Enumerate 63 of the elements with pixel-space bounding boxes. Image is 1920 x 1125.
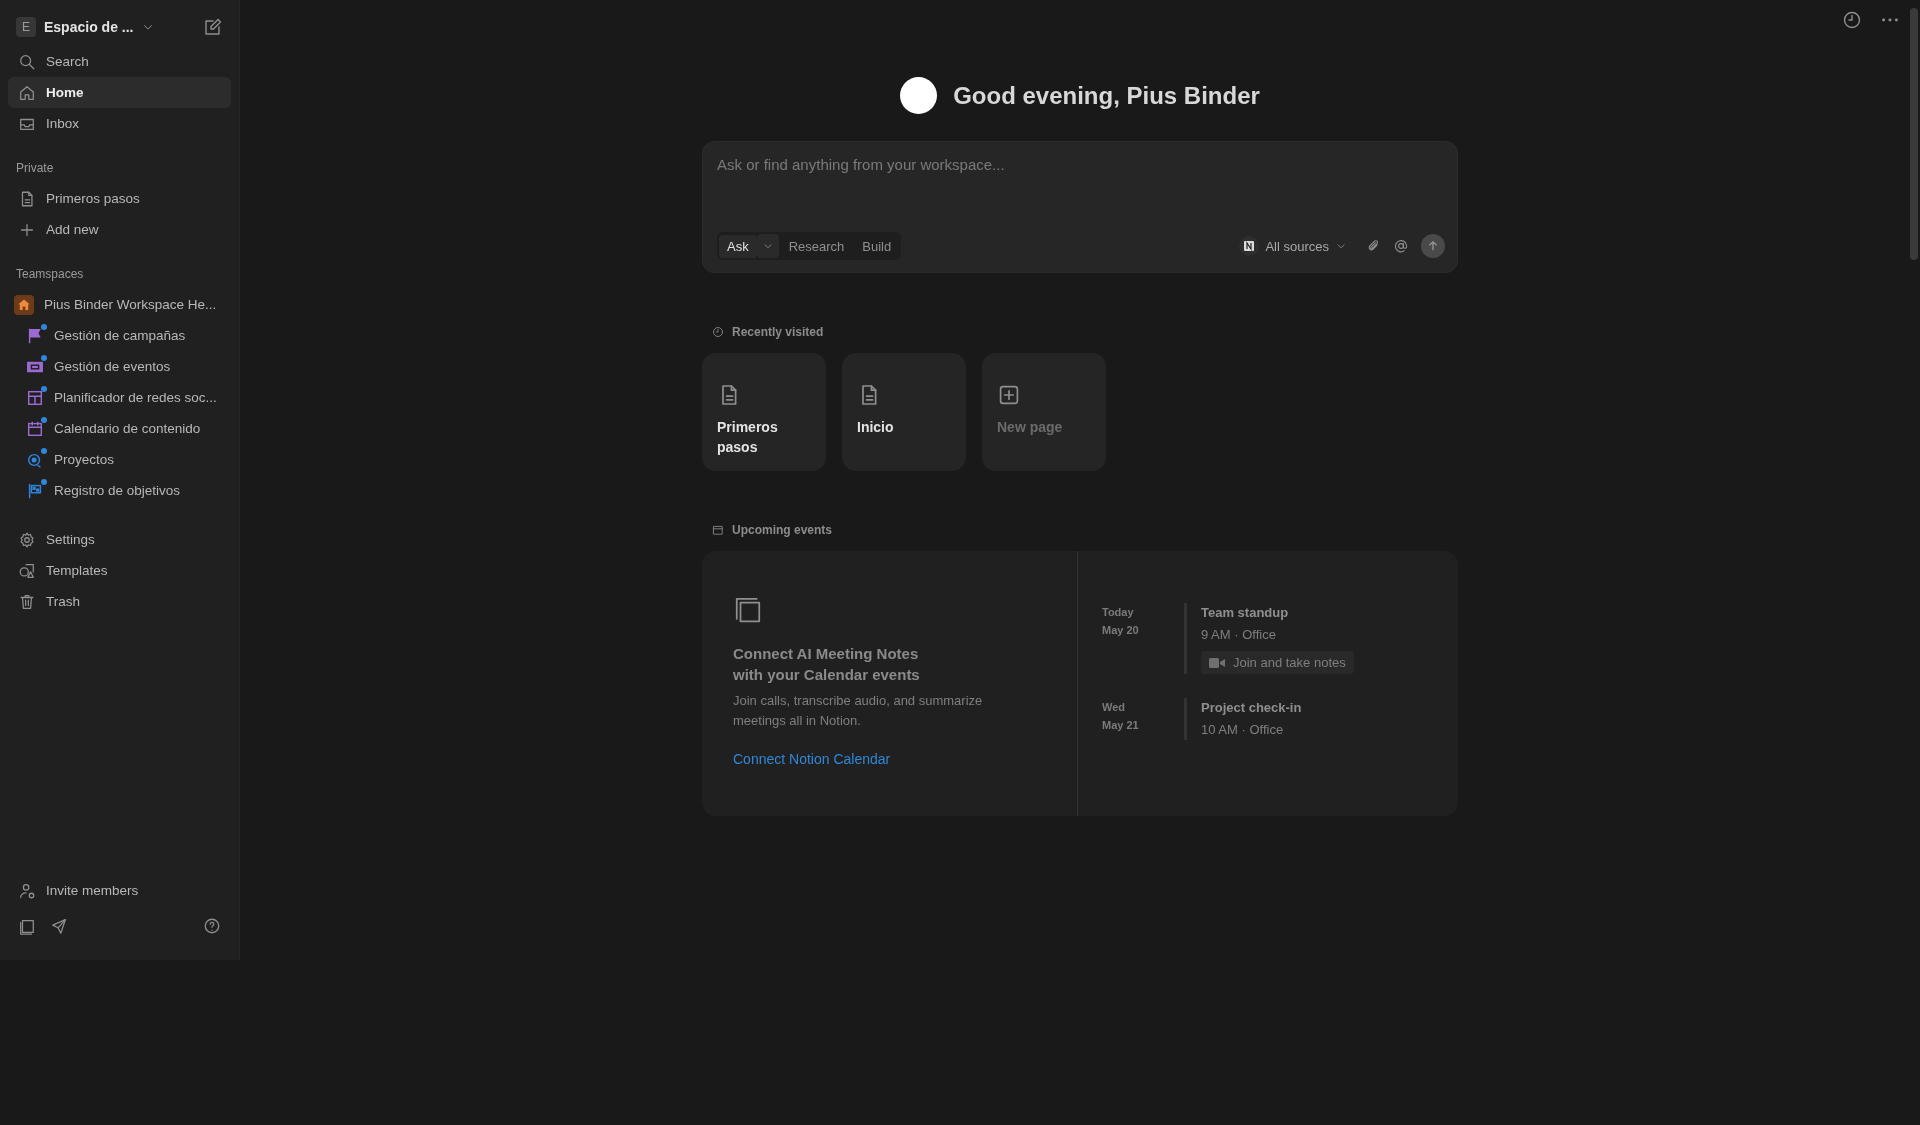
sidebar-item[interactable]: Trash bbox=[8, 586, 231, 617]
workspace-avatar[interactable]: E bbox=[16, 17, 36, 37]
greeting: Good evening, Pius Binder bbox=[953, 81, 1260, 110]
scrollbar[interactable] bbox=[1910, 8, 1918, 260]
plus-square-icon bbox=[997, 383, 1021, 407]
sidebar-item[interactable]: Inbox bbox=[8, 108, 231, 139]
event-date: May 21 bbox=[1102, 718, 1140, 733]
settings-icon bbox=[18, 530, 36, 549]
clock-icon bbox=[712, 326, 724, 338]
mode-tab[interactable]: Build bbox=[854, 234, 900, 258]
event-date: May 20 bbox=[1102, 623, 1140, 638]
home-icon bbox=[18, 83, 36, 102]
sidebar-item[interactable]: Calendario de contenido bbox=[8, 413, 231, 444]
paper-plane-icon bbox=[50, 917, 68, 935]
at-sign-icon bbox=[1393, 238, 1409, 254]
send-button[interactable] bbox=[1421, 234, 1445, 258]
page-card[interactable]: Inicio bbox=[842, 353, 966, 471]
ask-field[interactable]: Ask or find anything from your workspace... Ask Research Build All sources bbox=[702, 141, 1458, 273]
compose-icon bbox=[203, 17, 223, 37]
event-day: Today bbox=[1102, 603, 1184, 621]
sidebar-item[interactable]: Gestión de eventos bbox=[8, 351, 231, 382]
more-icon[interactable] bbox=[1882, 18, 1898, 22]
event-time: 10 AM · Office bbox=[1201, 721, 1285, 739]
shapes-icon bbox=[18, 561, 36, 580]
invite-members-button[interactable]: Invite members bbox=[8, 875, 231, 906]
teamspace-item[interactable]: Pius Binder Workspace He... bbox=[8, 289, 231, 320]
sidebar-item[interactable]: Planificador de redes soc... bbox=[8, 382, 231, 413]
sidebar-item[interactable]: Proyectos bbox=[8, 444, 231, 475]
search-icon bbox=[18, 52, 36, 71]
sources-dropdown[interactable]: All sources bbox=[1233, 235, 1353, 257]
sidebar-item[interactable]: Registro de objetivos bbox=[8, 475, 231, 506]
trash-icon bbox=[18, 592, 36, 611]
avatar bbox=[900, 77, 938, 114]
sidebar-item[interactable]: Settings bbox=[8, 524, 231, 555]
notion-logo-icon bbox=[1243, 240, 1256, 252]
join-notes-button[interactable]: Join and take notes bbox=[1201, 651, 1354, 674]
house-icon bbox=[14, 294, 34, 315]
event-title: Team standup bbox=[1201, 604, 1290, 622]
sidebar-item[interactable]: Search bbox=[8, 46, 231, 77]
event-day: Wed bbox=[1102, 698, 1184, 716]
video-camera-icon bbox=[1209, 656, 1225, 669]
section-heading: Private bbox=[15, 160, 55, 177]
mode-tab[interactable]: Research bbox=[780, 234, 853, 258]
section-heading: Teamspaces bbox=[15, 266, 85, 283]
add-person-icon bbox=[18, 881, 36, 900]
mode-tab[interactable]: Ask bbox=[719, 234, 757, 258]
event-time: 9 AM · Office bbox=[1201, 626, 1277, 644]
connect-calendar-link[interactable]: Connect Notion Calendar bbox=[733, 751, 1017, 767]
event-title: Project check-in bbox=[1201, 699, 1303, 717]
sidebar-item[interactable]: Gestión de campañas bbox=[8, 320, 231, 351]
promo-text: Join calls, transcribe audio, and summarize meetings all in Notion. bbox=[733, 692, 984, 730]
arrow-up-icon bbox=[1426, 239, 1440, 253]
sidebar-item[interactable]: Templates bbox=[8, 555, 231, 586]
clock-icon bbox=[1842, 10, 1862, 30]
help-icon bbox=[203, 917, 221, 935]
page-card[interactable]: Primeros pasos bbox=[702, 353, 826, 471]
add-new-button[interactable]: Add new bbox=[8, 214, 231, 245]
promo-title: Connect AI Meeting Notes with your Calendar events bbox=[733, 644, 921, 685]
section-heading: Upcoming events bbox=[732, 523, 833, 537]
sidebar-item[interactable]: Home bbox=[8, 77, 231, 108]
section-heading: Recently visited bbox=[732, 325, 824, 339]
sidebar-item[interactable]: Primeros pasos bbox=[8, 183, 231, 214]
workspace-name[interactable]: Espacio de ... bbox=[44, 19, 134, 35]
